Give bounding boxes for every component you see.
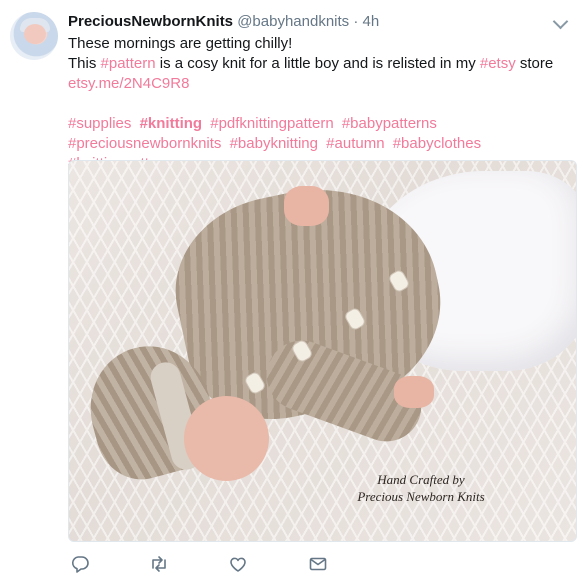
hashtag[interactable]: #babyknitting xyxy=(230,135,318,152)
like-icon[interactable] xyxy=(228,554,248,574)
tweet-header: PreciousNewbornKnits @babyhandknits · 4h xyxy=(68,12,379,32)
line2-post: store xyxy=(515,55,554,72)
baby-hand xyxy=(394,376,434,408)
hashtag[interactable]: #babyclothes xyxy=(393,135,481,152)
hashtag[interactable]: #knitting xyxy=(140,115,203,132)
hashtag[interactable]: #preciousnewbornknits xyxy=(68,135,221,152)
avatar[interactable] xyxy=(10,12,58,60)
display-name[interactable]: PreciousNewbornKnits xyxy=(68,13,233,30)
tweet-actions xyxy=(70,554,370,576)
timestamp[interactable]: 4h xyxy=(363,13,380,30)
hashtag-etsy[interactable]: #etsy xyxy=(480,55,516,72)
dm-icon[interactable] xyxy=(308,554,328,574)
tweet-photo[interactable]: Hand Crafted by Precious Newborn Knits xyxy=(68,160,577,542)
tweet-line-2: This #pattern is a cosy knit for a littl… xyxy=(68,54,573,74)
hashtag[interactable]: #autumn xyxy=(326,135,384,152)
etsy-link[interactable]: etsy.me/2N4C9R8 xyxy=(68,75,189,92)
tweet-line-1: These mornings are getting chilly! xyxy=(68,35,293,52)
hashtag[interactable]: #babypatterns xyxy=(342,115,437,132)
watermark-line-2: Precious Newborn Knits xyxy=(357,489,485,504)
baby-face xyxy=(184,396,269,481)
tweet-text: These mornings are getting chilly! This … xyxy=(68,34,573,174)
hashtag[interactable]: #pdfknittingpattern xyxy=(210,115,333,132)
hashtag-pattern[interactable]: #pattern xyxy=(101,55,156,72)
watermark: Hand Crafted by Precious Newborn Knits xyxy=(341,471,501,505)
user-handle[interactable]: @babyhandknits xyxy=(237,13,349,30)
avatar-baby xyxy=(24,24,46,44)
retweet-icon[interactable] xyxy=(149,554,169,574)
line2-pre: This xyxy=(68,55,101,72)
separator-dot: · xyxy=(353,13,359,30)
tweet-link-line: etsy.me/2N4C9R8 xyxy=(68,74,573,94)
chevron-down-icon[interactable] xyxy=(552,13,569,30)
reply-icon[interactable] xyxy=(70,554,90,574)
watermark-line-1: Hand Crafted by xyxy=(377,472,465,487)
line2-mid: is a cosy knit for a little boy and is r… xyxy=(155,55,480,72)
hashtag[interactable]: #supplies xyxy=(68,115,131,132)
baby-hand xyxy=(284,186,329,226)
